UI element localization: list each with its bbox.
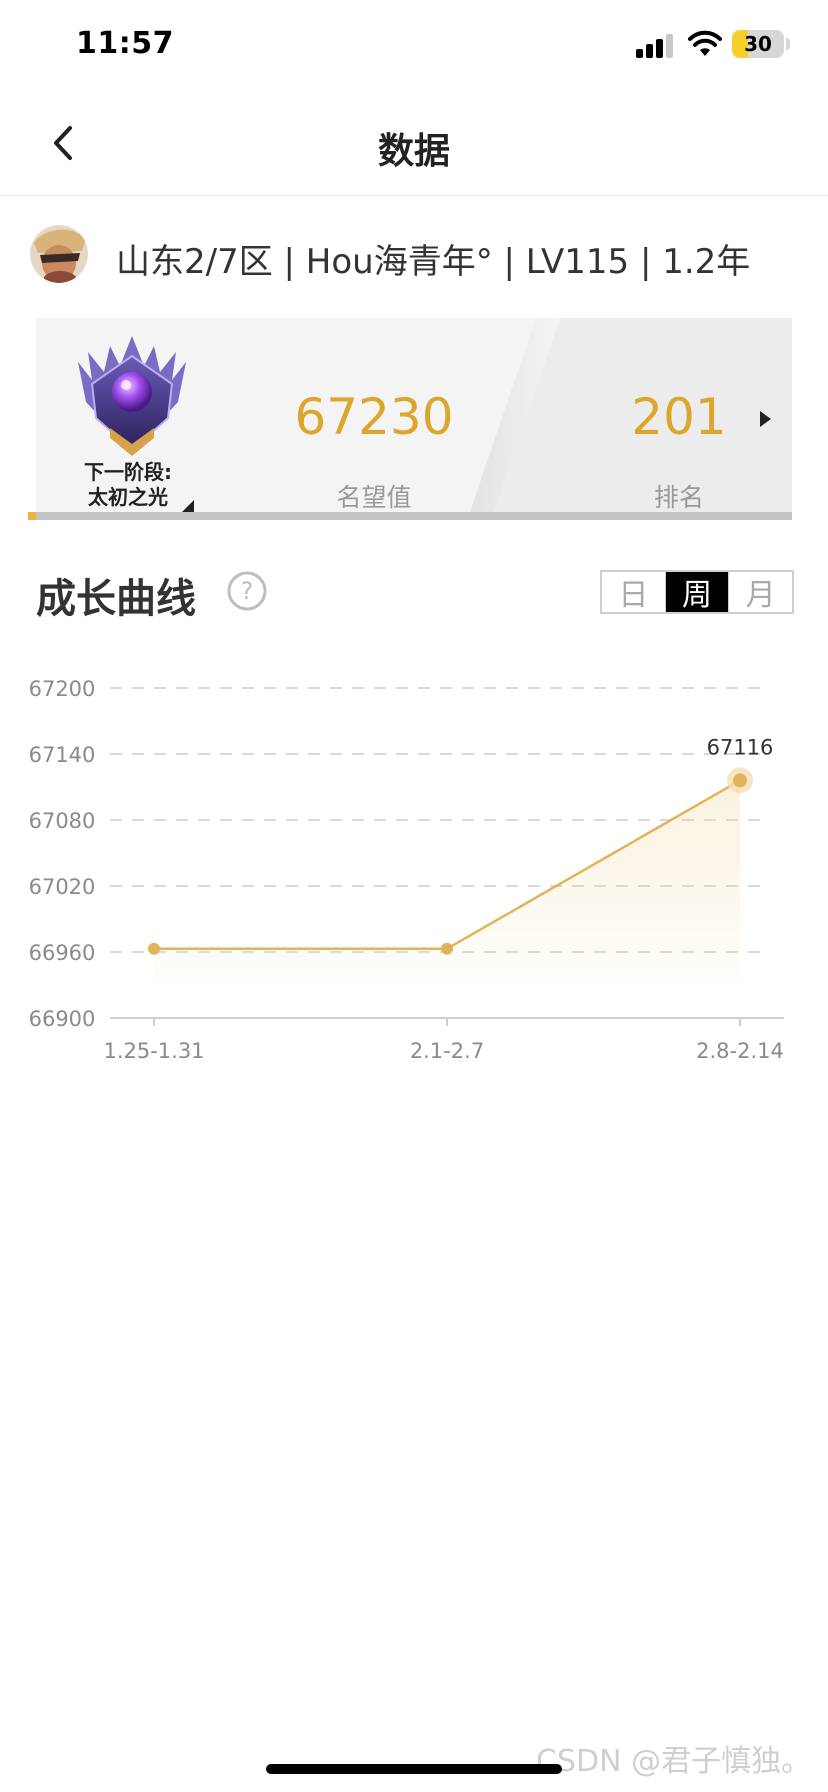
- data-label: 67116: [707, 735, 774, 759]
- rank-label: 排名: [653, 483, 704, 512]
- user-row: 山东2/7区 | Hou海青年° | LV115 | 1.2年: [0, 220, 828, 288]
- rank-value[interactable]: 201: [624, 388, 734, 446]
- stage-progress-bar: [28, 512, 792, 520]
- period-tab-month[interactable]: 月: [728, 572, 792, 613]
- next-stage-label: 下一阶段:: [84, 460, 172, 484]
- y-tick-label: 66900: [29, 1007, 96, 1031]
- y-tick-label: 67020: [29, 875, 96, 899]
- y-tick-label: 67140: [29, 743, 96, 767]
- period-toggle: 日 周 月: [600, 570, 794, 614]
- data-point: [148, 942, 160, 955]
- avatar[interactable]: [30, 225, 88, 283]
- data-point: [733, 773, 747, 788]
- data-point: [441, 942, 453, 955]
- reputation-label: 名望值: [336, 483, 412, 512]
- user-info: 山东2/7区 | Hou海青年° | LV115 | 1.2年: [116, 242, 751, 282]
- x-tick-label: 2.1-2.7: [410, 1039, 484, 1063]
- battery-icon: 30: [732, 30, 784, 58]
- period-tab-day[interactable]: 日: [602, 572, 665, 613]
- reputation-value: 67230: [294, 388, 454, 446]
- caret-right-icon[interactable]: [758, 410, 772, 428]
- home-indicator: [266, 1764, 562, 1774]
- rank-emblem-icon: [78, 336, 186, 456]
- growth-chart: 67200 67140 67080 67020 66960 66900 1.25-1.31 2…: [29, 677, 784, 1063]
- period-tab-week[interactable]: 周: [664, 572, 729, 613]
- question-circle-icon[interactable]: ?: [226, 570, 268, 612]
- page-title: 数据: [377, 131, 450, 172]
- battery-cap: [786, 38, 790, 50]
- status-time: 11:57: [76, 26, 174, 61]
- y-tick-label: 67200: [29, 677, 96, 701]
- x-tick-label: 1.25-1.31: [103, 1039, 204, 1063]
- x-tick-label: 2.8-2.14: [696, 1039, 784, 1063]
- y-tick-label: 67080: [29, 809, 96, 833]
- nav-bar: 数据: [0, 92, 828, 196]
- wifi-icon: [688, 30, 722, 56]
- stage-progress-fill: [28, 512, 36, 520]
- signal-icon: [636, 32, 676, 58]
- corner-arrow-icon: [182, 500, 194, 512]
- rank-card[interactable]: 下一阶段: 太初之光 67230 名望值 201 排名: [36, 318, 792, 518]
- battery-level: 30: [744, 32, 772, 56]
- watermark: CSDN @君子慎独。: [536, 1744, 812, 1779]
- growth-title: 成长曲线: [36, 576, 196, 622]
- svg-text:?: ?: [241, 577, 254, 605]
- status-bar: 11:57 30: [0, 0, 828, 92]
- y-tick-label: 66960: [29, 941, 96, 965]
